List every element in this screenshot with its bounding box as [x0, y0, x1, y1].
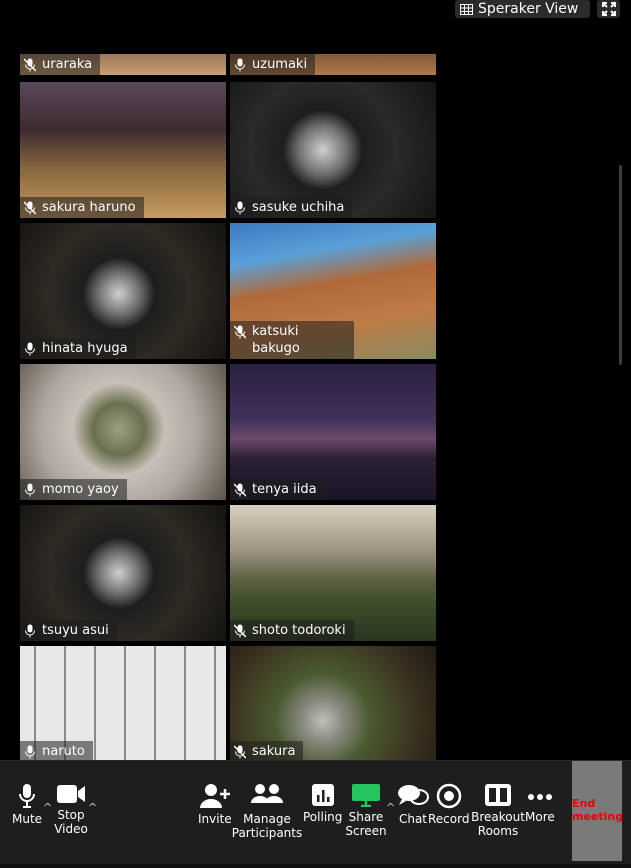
mic-icon: [25, 624, 35, 638]
add-user-icon: [199, 784, 230, 808]
mic-icon: [25, 342, 35, 356]
grid-icon: [460, 3, 473, 15]
mute-button[interactable]: Mute: [12, 783, 42, 826]
video-camera-icon: [57, 785, 85, 803]
participant-tag: katsuki bakugo: [230, 321, 354, 359]
meeting-toolbar: Mute ^ Stop Video ^ Invite Manage Partic…: [0, 760, 631, 866]
video-tile[interactable]: sakura haruno: [20, 82, 226, 218]
participant-tag: sakura: [230, 741, 304, 761]
participant-tag: tenya iida: [230, 479, 325, 500]
more-button[interactable]: More: [525, 783, 555, 824]
share-screen-button[interactable]: Share Screen: [345, 783, 387, 838]
participant-tag: sasuke uchiha: [230, 197, 353, 218]
breakout-rooms-icon: [485, 784, 511, 806]
speaker-view-button[interactable]: Speraker View: [455, 0, 590, 18]
expand-icon: [601, 2, 616, 16]
share-options-caret[interactable]: ^: [386, 801, 395, 814]
video-tile[interactable]: tsuyu asui: [20, 505, 226, 641]
end-meeting-button[interactable]: End meeting: [572, 761, 623, 861]
video-tile[interactable]: katsuki bakugo: [230, 223, 436, 359]
video-tile[interactable]: tenya iida: [230, 364, 436, 500]
microphone-icon: [19, 784, 36, 808]
mic-icon: [235, 201, 245, 215]
mic-muted-icon: [234, 483, 246, 497]
mic-icon: [235, 58, 245, 72]
mic-icon: [25, 745, 35, 759]
mic-icon: [25, 483, 35, 497]
video-grid: uraraka uzumaki sakura haruno sasuke uch…: [20, 54, 436, 761]
more-dots-icon: [527, 794, 552, 800]
mic-muted-icon: [234, 624, 246, 638]
participant-tag: naruto: [20, 741, 93, 761]
manage-participants-button[interactable]: Manage Participants: [231, 783, 303, 840]
participant-tag: shoto todoroki: [230, 620, 354, 641]
mic-muted-icon: [234, 325, 246, 339]
participant-tag: momo yaoy: [20, 479, 127, 500]
mute-options-caret[interactable]: ^: [43, 801, 52, 814]
invite-button[interactable]: Invite: [198, 783, 232, 826]
record-button[interactable]: Record: [428, 783, 469, 826]
video-tile[interactable]: sakura: [230, 646, 436, 761]
breakout-rooms-button[interactable]: Breakout Rooms: [470, 783, 526, 838]
participant-tag: tsuyu asui: [20, 620, 117, 641]
participants-icon: [251, 784, 283, 803]
video-options-caret[interactable]: ^: [88, 801, 97, 814]
mic-muted-icon: [234, 745, 246, 759]
video-tile[interactable]: naruto: [20, 646, 226, 761]
participant-tag: hinata hyuga: [20, 338, 136, 359]
window-bottom-edge: [0, 864, 631, 868]
mic-muted-icon: [24, 201, 36, 215]
share-screen-icon: [352, 784, 380, 807]
participant-tag: uzumaki: [230, 54, 316, 75]
video-tile[interactable]: uzumaki: [230, 54, 436, 75]
chat-button[interactable]: Chat: [397, 783, 429, 826]
video-tile[interactable]: sasuke uchiha: [230, 82, 436, 218]
fullscreen-button[interactable]: [597, 0, 620, 18]
chat-bubbles-icon: [398, 785, 429, 805]
participant-tag: sakura haruno: [20, 197, 144, 218]
video-tile[interactable]: momo yaoy: [20, 364, 226, 500]
mic-muted-icon: [24, 58, 36, 72]
record-icon: [436, 783, 461, 809]
stop-video-button[interactable]: Stop Video: [53, 783, 89, 836]
participant-tag: uraraka: [20, 54, 101, 75]
scrollbar[interactable]: [619, 165, 622, 365]
video-tile[interactable]: hinata hyuga: [20, 223, 226, 359]
polling-button[interactable]: Polling: [303, 783, 342, 824]
view-label: Speraker View: [478, 1, 579, 17]
poll-chart-icon: [311, 784, 334, 806]
video-tile[interactable]: uraraka: [20, 54, 226, 75]
video-tile[interactable]: shoto todoroki: [230, 505, 436, 641]
